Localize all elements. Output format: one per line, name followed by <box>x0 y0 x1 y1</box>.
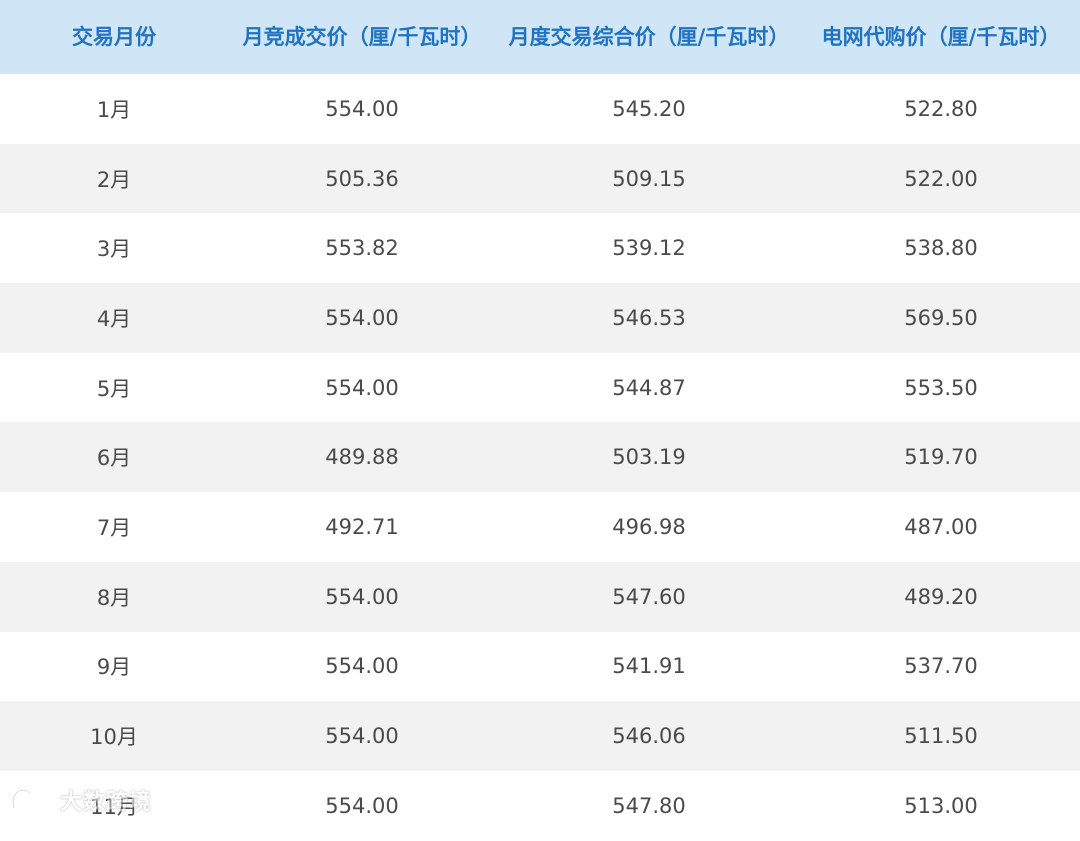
header-monthly-bid-price: 月竞成交价（厘/千瓦时） <box>242 24 482 49</box>
cell-bid-price: 554.00 <box>325 305 399 330</box>
cell-bid-price: 489.88 <box>325 445 399 470</box>
cell-grid-price: 553.50 <box>904 375 978 400</box>
cell-composite-price: 546.53 <box>612 305 686 330</box>
cell-composite-price: 544.87 <box>612 375 686 400</box>
cell-bid-price: 554.00 <box>325 793 399 818</box>
cell-month: 2月 <box>96 167 132 192</box>
cell-grid-price: 522.00 <box>904 166 978 191</box>
cell-month: 10月 <box>90 725 138 750</box>
cell-bid-price: 554.00 <box>325 654 399 679</box>
cell-bid-price: 492.71 <box>325 514 399 539</box>
header-grid-agency-price: 电网代购价（厘/千瓦时） <box>821 24 1061 49</box>
table-row: 2月 505.36 509.15 522.00 <box>0 143 1080 214</box>
table-row: 6月 489.88 503.19 519.70 <box>0 422 1080 493</box>
header-monthly-composite-price: 月度交易综合价（厘/千瓦时） <box>508 24 790 49</box>
cell-composite-price: 503.19 <box>612 445 686 470</box>
cell-grid-price: 537.70 <box>904 654 978 679</box>
table-row: 10月 554.00 546.06 511.50 <box>0 701 1080 771</box>
table-header: 交易月份 月竞成交价（厘/千瓦时） 月度交易综合价（厘/千瓦时） 电网代购价（厘… <box>0 0 1080 74</box>
cell-grid-price: 538.80 <box>904 236 978 261</box>
table-row: 7月 492.71 496.98 487.00 <box>0 492 1080 562</box>
table-row: 8月 554.00 547.60 489.20 <box>0 561 1080 632</box>
table-row: 5月 554.00 544.87 553.50 <box>0 352 1080 423</box>
cell-bid-price: 553.82 <box>325 236 399 261</box>
cell-composite-price: 547.60 <box>612 584 686 609</box>
cell-month: 1月 <box>96 97 132 122</box>
cell-composite-price: 509.15 <box>612 166 686 191</box>
header-row: 交易月份 月竞成交价（厘/千瓦时） 月度交易综合价（厘/千瓦时） 电网代购价（厘… <box>0 0 1080 74</box>
cell-bid-price: 554.00 <box>325 724 399 749</box>
cell-month: 4月 <box>96 306 132 331</box>
cell-bid-price: 554.00 <box>325 96 399 121</box>
cell-month: 11月 <box>90 794 138 819</box>
table-row: 3月 553.82 539.12 538.80 <box>0 213 1080 284</box>
table-row: 4月 554.00 546.53 569.50 <box>0 283 1080 353</box>
table-row: 1月 554.00 545.20 522.80 <box>0 74 1080 144</box>
cell-month: 6月 <box>96 446 132 471</box>
header-trade-month: 交易月份 <box>72 24 156 49</box>
cell-grid-price: 487.00 <box>904 514 978 539</box>
cell-bid-price: 554.00 <box>325 375 399 400</box>
cell-grid-price: 511.50 <box>904 724 978 749</box>
cell-composite-price: 547.80 <box>612 793 686 818</box>
cell-grid-price: 569.50 <box>904 305 978 330</box>
cell-grid-price: 489.20 <box>904 584 978 609</box>
cell-month: 3月 <box>96 237 132 262</box>
cell-grid-price: 513.00 <box>904 793 978 818</box>
cell-composite-price: 496.98 <box>612 514 686 539</box>
cell-composite-price: 539.12 <box>612 236 686 261</box>
cell-month: 5月 <box>96 376 132 401</box>
cell-month: 9月 <box>96 655 132 680</box>
price-table: 交易月份 月竞成交价（厘/千瓦时） 月度交易综合价（厘/千瓦时） 电网代购价（厘… <box>0 0 1080 841</box>
cell-month: 8月 <box>96 585 132 610</box>
cell-composite-price: 546.06 <box>612 724 686 749</box>
cell-composite-price: 545.20 <box>612 96 686 121</box>
cell-composite-price: 541.91 <box>612 654 686 679</box>
cell-bid-price: 505.36 <box>325 166 399 191</box>
table-body: 1月 554.00 545.20 522.80 2月 505.36 509.15… <box>0 74 1080 841</box>
cell-bid-price: 554.00 <box>325 584 399 609</box>
cell-grid-price: 519.70 <box>904 445 978 470</box>
table-row: 11月 554.00 547.80 513.00 <box>0 770 1080 841</box>
cell-grid-price: 522.80 <box>904 96 978 121</box>
cell-month: 7月 <box>96 515 132 540</box>
table-row: 9月 554.00 541.91 537.70 <box>0 631 1080 702</box>
